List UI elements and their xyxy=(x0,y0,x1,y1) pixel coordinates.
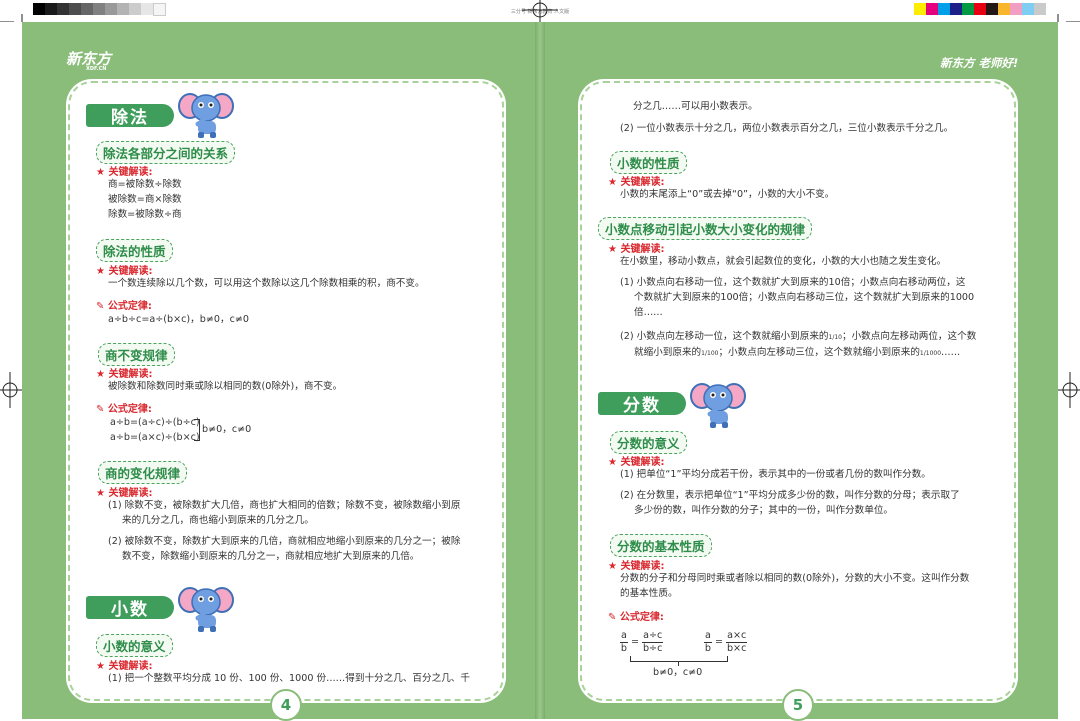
key-interpretation-label: ★ 关键解读: xyxy=(96,266,153,277)
subheading-fraction-meaning: 分数的意义 xyxy=(610,431,687,454)
subheading-quotient-invariance: 商不变规律 xyxy=(98,343,175,366)
formula-bracket xyxy=(194,419,200,441)
decimal-meaning-text-2: (2) 一位小数表示十分之几，两位小数表示百分之几，三位小数表示千分之几。 xyxy=(620,123,954,134)
book-fold xyxy=(535,22,545,719)
key-interpretation-label: ★ 关键解读: xyxy=(608,561,665,572)
page-number-left: 4 xyxy=(270,689,302,721)
fraction-formula-divide: a b = a÷c b÷c xyxy=(620,630,664,654)
decimal-meaning-text-1: (1) 把一个整数平均分成 10 份、100 份、1000 份……得到十分之几、… xyxy=(108,673,470,684)
key-interpretation-label: ★ 关键解读: xyxy=(608,244,665,255)
brand-logo: 新东方 XDF.CN xyxy=(66,50,112,72)
elephant-mascot-icon xyxy=(178,587,234,632)
registration-mark-left xyxy=(0,372,22,408)
key-interpretation-label: ★ 关键解读: xyxy=(96,167,153,178)
subheading-decimal-meaning: 小数的意义 xyxy=(96,634,173,657)
key-interpretation-label: ★ 关键解读: xyxy=(608,457,665,468)
crop-marks xyxy=(0,14,1080,22)
formula-label: ✎ 公式定律: xyxy=(608,612,664,623)
fraction-formula-multiply: a b = a×c b×c xyxy=(704,630,748,654)
page-number-right: 5 xyxy=(782,689,814,721)
brand-slogan: 新东方 老师好! xyxy=(940,56,1019,70)
decimal-shift-right-rule: (1) 小数点向右移动一位，这个数就扩大到原来的10倍；小数点向右移动两位，这 … xyxy=(620,277,975,318)
key-interpretation-label: ★ 关键解读: xyxy=(96,488,153,499)
decimal-property-text: 小数的末尾添上“0”或去掉“0”，小数的大小不变。 xyxy=(620,189,835,200)
subheading-division-relations: 除法各部分之间的关系 xyxy=(96,141,236,164)
section-tab-division: 除法 xyxy=(86,104,174,128)
formula-bracket xyxy=(630,656,728,662)
section-tab-decimals: 小数 xyxy=(86,596,174,620)
decimal-meaning-continued: 分之几……可以用小数表示。 xyxy=(633,101,758,112)
subheading-decimal-properties: 小数的性质 xyxy=(610,151,687,174)
subheading-fraction-basic-property: 分数的基本性质 xyxy=(610,534,712,557)
quotient-formula-condition: b≠0，c≠0 xyxy=(202,424,252,435)
section-tab-fractions: 分数 xyxy=(598,392,686,416)
division-property-text: 一个数连续除以几个数，可以用这个数除以这几个除数相乘的积，商不变。 xyxy=(108,278,425,289)
quotient-change-rule-1: (1) 除数不变，被除数扩大几倍，商也扩大相同的倍数；除数不变，被除数缩小到原 … xyxy=(108,500,461,526)
quotient-formula-1: a÷b=(a÷c)÷(b÷c) xyxy=(110,417,200,428)
division-relation-lines: 商=被除数÷除数 被除数=商×除数 除数=被除数÷商 xyxy=(108,179,182,220)
subheading-decimal-point-shift: 小数点移动引起小数大小变化的规律 xyxy=(598,217,813,240)
quotient-change-rule-2: (2) 被除数不变，除数扩大到原来的几倍，商就相应地缩小到原来的几分之一；被除 … xyxy=(108,536,461,562)
registration-mark-right xyxy=(1058,372,1080,408)
quotient-invariance-text: 被除数和除数同时乘或除以相同的数(0除外)，商不变。 xyxy=(108,381,343,392)
elephant-mascot-icon xyxy=(690,383,746,428)
fraction-meaning-text-2: (2) 在分数里，表示把单位“1”平均分成多少份的数，叫作分数的分母；表示取了 … xyxy=(620,490,960,516)
fraction-formula-condition: b≠0，c≠0 xyxy=(653,667,703,678)
formula-label: ✎ 公式定律: xyxy=(96,404,152,415)
formula-label: ✎ 公式定律: xyxy=(96,301,152,312)
fraction-meaning-text-1: (1) 把单位“1”平均分成若干份，表示其中的一份或者几份的数叫作分数。 xyxy=(620,469,931,480)
elephant-mascot-icon xyxy=(178,93,234,138)
division-property-formula: a÷b÷c=a÷(b×c)，b≠0，c≠0 xyxy=(108,314,250,325)
decimal-shift-intro: 在小数里，移动小数点，就会引起数位的变化，小数的大小也随之发生变化。 xyxy=(620,256,947,267)
fraction-basic-property-text: 分数的分子和分母同时乘或者除以相同的数(0除外)，分数的大小不变。这叫作分数 的… xyxy=(620,573,970,599)
subheading-quotient-change: 商的变化规律 xyxy=(98,461,188,484)
decimal-shift-left-rule: (2) 小数点向左移动一位，这个数就缩小到原来的1/10；小数点向左移动两位，这… xyxy=(620,331,977,358)
key-interpretation-label: ★ 关键解读: xyxy=(96,661,153,672)
subheading-division-properties: 除法的性质 xyxy=(96,239,173,262)
key-interpretation-label: ★ 关键解读: xyxy=(96,369,153,380)
key-interpretation-label: ★ 关键解读: xyxy=(608,177,665,188)
quotient-formula-2: a÷b=(a×c)÷(b×c) xyxy=(110,432,200,443)
